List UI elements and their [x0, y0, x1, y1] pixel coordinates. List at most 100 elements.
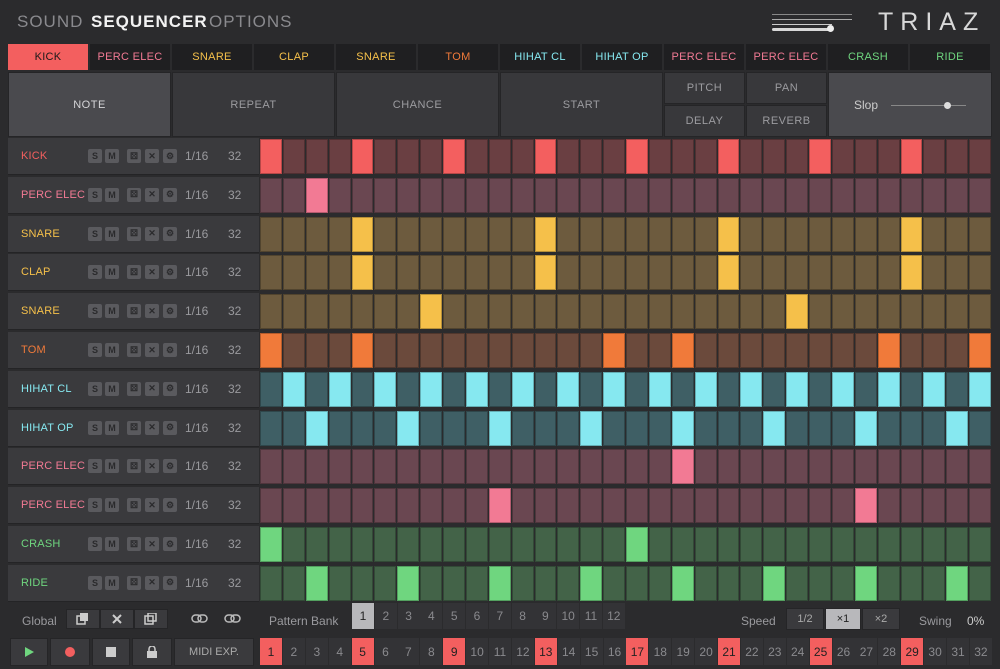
step-cell[interactable]	[282, 565, 305, 601]
step-cell[interactable]	[511, 294, 534, 330]
step-cell[interactable]	[420, 139, 442, 174]
step-cell[interactable]	[809, 488, 831, 524]
step-number[interactable]: 14	[557, 638, 580, 665]
step-cell[interactable]	[809, 449, 831, 485]
step-cell[interactable]	[763, 139, 786, 174]
step-cell[interactable]	[557, 177, 580, 213]
step-cell[interactable]	[648, 216, 671, 252]
step-cell[interactable]	[397, 216, 420, 252]
step-cell[interactable]	[809, 255, 831, 291]
step-cell[interactable]	[671, 371, 694, 407]
row-length[interactable]: 32	[228, 343, 241, 357]
row-length[interactable]: 32	[228, 227, 241, 241]
row-division[interactable]: 1/16	[185, 343, 208, 357]
step-cell[interactable]	[580, 333, 603, 368]
step-cell[interactable]	[511, 255, 534, 291]
step-number[interactable]: 32	[969, 638, 992, 665]
step-cell[interactable]	[580, 255, 603, 291]
step-cell[interactable]	[465, 527, 488, 562]
step-cell[interactable]	[282, 294, 305, 330]
step-cell[interactable]	[534, 488, 557, 524]
step-cell-active[interactable]	[626, 139, 648, 174]
step-cell[interactable]	[786, 139, 808, 174]
step-cell[interactable]	[443, 333, 465, 368]
solo-button[interactable]: S	[88, 304, 102, 319]
step-cell[interactable]	[603, 177, 625, 213]
step-cell[interactable]	[831, 294, 854, 330]
step-cell-active[interactable]	[671, 565, 694, 601]
close-icon[interactable]: ✕	[145, 575, 159, 590]
step-cell[interactable]	[282, 527, 305, 562]
step-cell[interactable]	[534, 449, 557, 485]
row-length[interactable]: 32	[228, 188, 241, 202]
track-tab[interactable]: SNARE	[336, 44, 416, 70]
step-number[interactable]: 26	[832, 638, 855, 665]
step-cell[interactable]	[854, 333, 877, 368]
step-cell-active[interactable]	[305, 410, 328, 446]
delay-button[interactable]: DELAY	[664, 105, 745, 137]
record-icon[interactable]	[50, 638, 90, 666]
step-cell[interactable]	[740, 294, 763, 330]
step-number[interactable]: 8	[420, 638, 443, 665]
step-cell[interactable]	[694, 410, 717, 446]
step-cell[interactable]	[260, 449, 282, 485]
step-cell[interactable]	[511, 565, 534, 601]
step-cell[interactable]	[900, 488, 923, 524]
step-number[interactable]: 10	[466, 638, 489, 665]
step-cell[interactable]	[786, 177, 808, 213]
step-cell[interactable]	[786, 216, 808, 252]
step-cell[interactable]	[763, 527, 786, 562]
step-cell[interactable]	[831, 527, 854, 562]
step-number[interactable]: 1	[260, 638, 282, 665]
step-cell[interactable]	[374, 333, 397, 368]
step-cell[interactable]	[397, 449, 420, 485]
step-cell[interactable]	[717, 294, 740, 330]
pattern-button[interactable]: 2	[374, 603, 397, 629]
solo-button[interactable]: S	[88, 575, 102, 590]
step-number[interactable]: 5	[351, 638, 374, 665]
dice-icon[interactable]: ⚄	[127, 149, 141, 163]
step-cell[interactable]	[465, 449, 488, 485]
solo-button[interactable]: S	[88, 226, 102, 241]
step-cell[interactable]	[465, 333, 488, 368]
step-cell[interactable]	[969, 488, 991, 524]
step-cell[interactable]	[923, 527, 946, 562]
step-cell[interactable]	[786, 255, 808, 291]
step-cell-active[interactable]	[534, 139, 557, 174]
step-cell[interactable]	[282, 449, 305, 485]
step-cell[interactable]	[351, 527, 374, 562]
step-cell[interactable]	[740, 216, 763, 252]
step-cell[interactable]	[648, 139, 671, 174]
step-cell[interactable]	[854, 449, 877, 485]
row-name[interactable]: KICK	[21, 150, 47, 162]
track-tab[interactable]: CLAP	[254, 44, 334, 70]
step-cell[interactable]	[740, 177, 763, 213]
link-icon[interactable]	[191, 612, 209, 630]
step-cell[interactable]	[969, 410, 991, 446]
step-cell-active[interactable]	[351, 333, 374, 368]
step-cell[interactable]	[351, 410, 374, 446]
pitch-button[interactable]: PITCH	[664, 72, 745, 104]
step-cell[interactable]	[877, 255, 900, 291]
step-cell-active[interactable]	[580, 565, 603, 601]
step-cell[interactable]	[580, 449, 603, 485]
step-cell[interactable]	[443, 255, 465, 291]
dice-icon[interactable]: ⚄	[127, 304, 141, 319]
step-cell-active[interactable]	[717, 139, 740, 174]
step-cell[interactable]	[603, 139, 625, 174]
step-cell[interactable]	[900, 333, 923, 368]
step-cell[interactable]	[557, 294, 580, 330]
step-cell-active[interactable]	[534, 255, 557, 291]
step-cell-active[interactable]	[900, 139, 923, 174]
step-cell[interactable]	[694, 449, 717, 485]
step-cell[interactable]	[511, 449, 534, 485]
step-cell[interactable]	[534, 565, 557, 601]
dice-icon[interactable]: ⚄	[127, 537, 141, 551]
step-cell[interactable]	[809, 177, 831, 213]
step-cell[interactable]	[511, 410, 534, 446]
step-cell[interactable]	[946, 527, 969, 562]
step-cell[interactable]	[282, 216, 305, 252]
step-cell[interactable]	[580, 527, 603, 562]
step-cell[interactable]	[626, 488, 648, 524]
step-cell[interactable]	[717, 371, 740, 407]
